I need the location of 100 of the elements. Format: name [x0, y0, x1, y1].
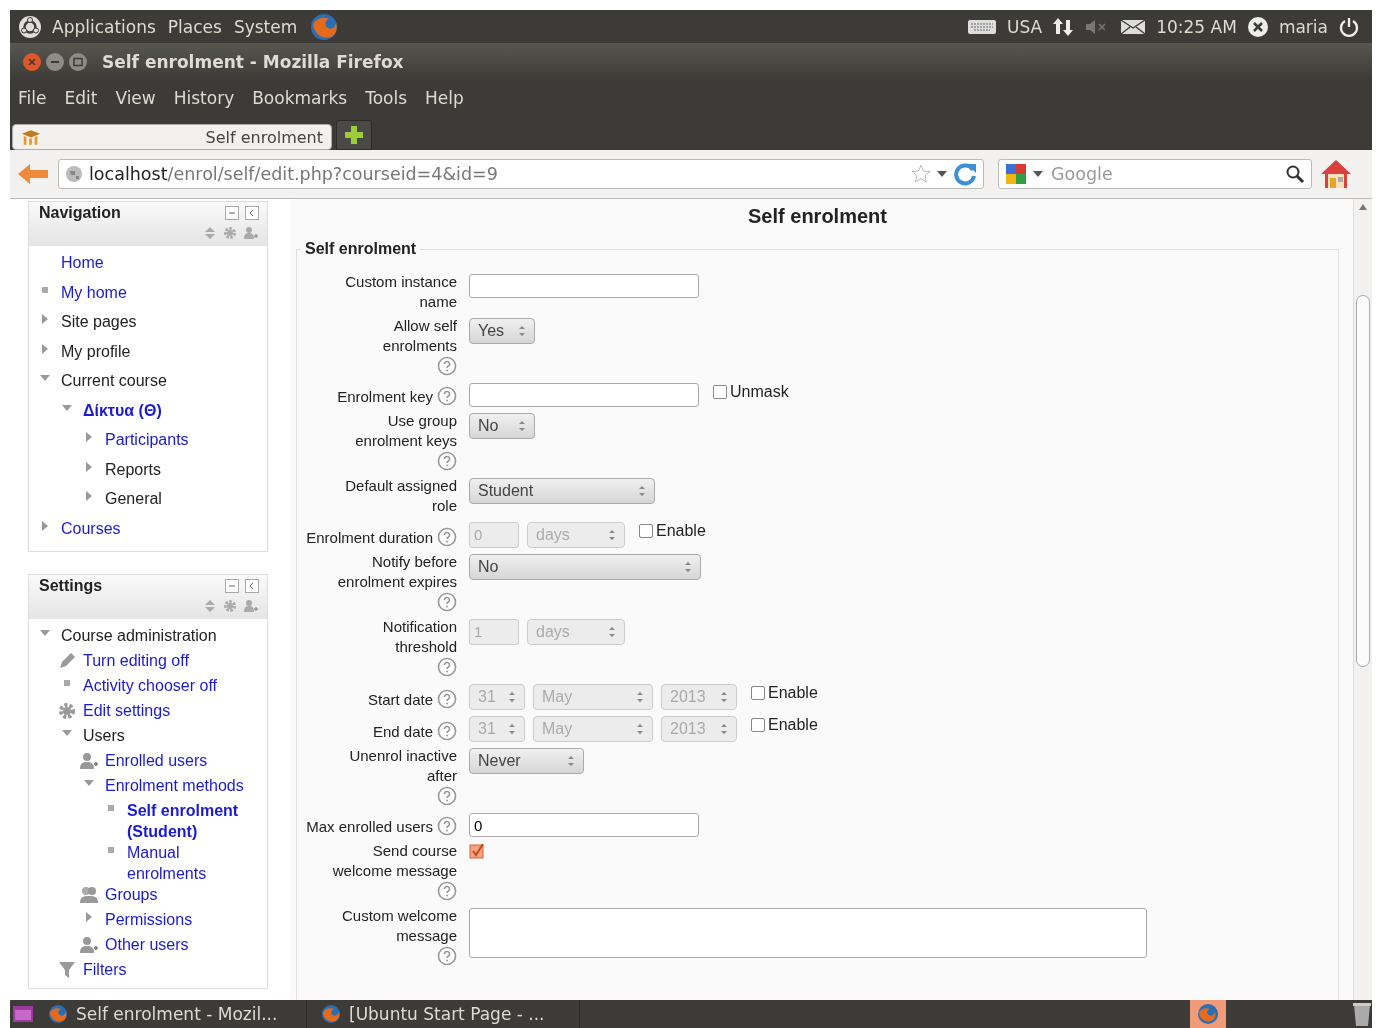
tree-item[interactable]: Groups	[105, 884, 158, 905]
menu-item[interactable]: Tools	[365, 88, 408, 108]
tree-item[interactable]: Courses	[61, 517, 121, 539]
tree-item[interactable]: My profile	[61, 340, 131, 362]
firefox-icon[interactable]	[1190, 1000, 1226, 1028]
help-icon[interactable]	[437, 592, 457, 612]
bullet-icon	[105, 802, 117, 814]
tree-item[interactable]: Edit settings	[83, 700, 171, 721]
page-title: Self enrolment	[747, 205, 888, 228]
help-icon[interactable]	[437, 816, 457, 836]
assign-roles-icon[interactable]	[243, 599, 259, 613]
text-field[interactable]	[469, 274, 699, 298]
tree-item[interactable]: Site pages	[61, 311, 137, 332]
assign-roles-icon[interactable]	[243, 226, 259, 240]
firefox-icon[interactable]	[309, 11, 340, 42]
user-add-icon	[79, 752, 99, 770]
block-title: Settings	[39, 577, 103, 595]
tree-item[interactable]: Users	[83, 725, 125, 746]
help-icon[interactable]	[437, 451, 457, 471]
help-icon[interactable]	[437, 386, 457, 406]
dropdown-arrow-icon[interactable]	[1033, 169, 1043, 179]
panel-menu[interactable]: Applications	[52, 16, 156, 37]
panel-menu[interactable]: Places	[167, 16, 222, 37]
tree-item[interactable]: My home	[61, 281, 127, 303]
envelope-icon[interactable]	[1120, 17, 1147, 36]
tree-item[interactable]: Manual enrolments	[127, 842, 261, 884]
dropdown[interactable]: Never	[469, 748, 584, 774]
show-desktop-icon[interactable]	[12, 1004, 34, 1024]
scroll-up-arrow-icon[interactable]	[1358, 203, 1368, 211]
tree-item[interactable]: Enrolled users	[105, 750, 208, 771]
dock-icon[interactable]	[245, 579, 259, 593]
tree-item[interactable]: Enrolment methods	[105, 775, 244, 796]
taskbar-window-button[interactable]: Self enrolment - Mozil...	[40, 1000, 307, 1028]
dropdown[interactable]: No	[469, 554, 701, 580]
dock-icon[interactable]	[245, 206, 259, 220]
spinner-arrows-icon	[567, 754, 575, 768]
move-icon[interactable]	[203, 226, 217, 240]
tree-item[interactable]: Δίκτυα (Θ)	[83, 399, 162, 421]
status-offline-icon[interactable]	[1246, 15, 1269, 38]
vertical-scrollbar[interactable]	[1353, 199, 1372, 1000]
reload-icon[interactable]	[953, 162, 977, 186]
maximize-icon[interactable]	[68, 51, 88, 72]
menu-item[interactable]: Bookmarks	[252, 88, 348, 108]
search-box[interactable]: Google	[998, 159, 1312, 189]
taskbar-window-button[interactable]: [Ubuntu Start Page - ...	[313, 1000, 580, 1028]
clock[interactable]: 10:25 AM	[1156, 16, 1237, 37]
panel-menu[interactable]: System	[233, 16, 298, 37]
tree-item[interactable]: Home	[61, 252, 104, 273]
close-icon[interactable]	[22, 51, 42, 72]
tree-item[interactable]: Participants	[105, 429, 189, 450]
menu-item[interactable]: File	[18, 88, 47, 108]
browser-tab[interactable]: Self enrolment	[12, 124, 332, 150]
tree-item[interactable]: Reports	[105, 458, 162, 480]
menu-item[interactable]: Edit	[64, 88, 98, 108]
ubuntu-logo-icon[interactable]	[18, 14, 42, 39]
minimize-icon[interactable]	[45, 51, 65, 72]
new-tab-button[interactable]	[336, 120, 372, 150]
star-icon[interactable]	[911, 164, 931, 184]
back-arrow-icon[interactable]	[16, 162, 50, 186]
tree-item[interactable]: Current course	[61, 370, 167, 391]
dropdown[interactable]: Yes	[469, 318, 535, 344]
tree-item[interactable]: Course administration	[61, 625, 217, 646]
collapse-icon[interactable]	[225, 206, 239, 220]
text-area[interactable]	[469, 908, 1147, 958]
power-icon[interactable]	[1338, 15, 1360, 38]
help-icon[interactable]	[437, 881, 457, 901]
keyboard-layout[interactable]: USA	[1007, 16, 1043, 37]
home-icon[interactable]	[1320, 158, 1352, 190]
tree-item[interactable]: General	[105, 488, 162, 509]
menu-item[interactable]: History	[173, 88, 235, 108]
checkbox[interactable]	[713, 385, 727, 399]
search-icon[interactable]	[1285, 164, 1305, 184]
text-field[interactable]	[469, 383, 699, 407]
tree-item[interactable]: Self enrolment (Student)	[127, 800, 261, 842]
move-icon[interactable]	[203, 599, 217, 613]
dropdown[interactable]: No	[469, 413, 535, 439]
user-name[interactable]: maria	[1278, 16, 1328, 37]
trash-icon[interactable]	[1352, 1001, 1372, 1027]
help-icon[interactable]	[437, 786, 457, 806]
checkbox[interactable]	[469, 843, 487, 861]
dropdown[interactable]: Student	[469, 478, 655, 504]
help-icon[interactable]	[437, 356, 457, 376]
field-label: Start date	[367, 690, 433, 710]
tree-item[interactable]: Other users	[105, 934, 189, 955]
gear-icon[interactable]	[223, 226, 237, 240]
keyboard-icon[interactable]	[967, 17, 997, 36]
tree-item[interactable]: Filters	[83, 959, 127, 980]
scrollbar-thumb[interactable]	[1356, 295, 1370, 667]
text-field[interactable]: 0	[469, 813, 699, 837]
dropdown-arrow-icon[interactable]	[937, 169, 947, 179]
menu-item[interactable]: View	[115, 88, 156, 108]
tree-item[interactable]: Permissions	[105, 909, 193, 930]
collapse-icon[interactable]	[225, 579, 239, 593]
help-icon[interactable]	[437, 946, 457, 966]
gear-icon[interactable]	[223, 599, 237, 613]
menu-item[interactable]: Help	[425, 88, 464, 108]
tree-item[interactable]: Activity chooser off	[83, 675, 217, 696]
tree-item[interactable]: Turn editing off	[83, 650, 189, 671]
search-engine-icon[interactable]	[1005, 163, 1027, 185]
address-bar[interactable]: localhost/enrol/self/edit.php?courseid=4&id=9	[58, 159, 984, 189]
